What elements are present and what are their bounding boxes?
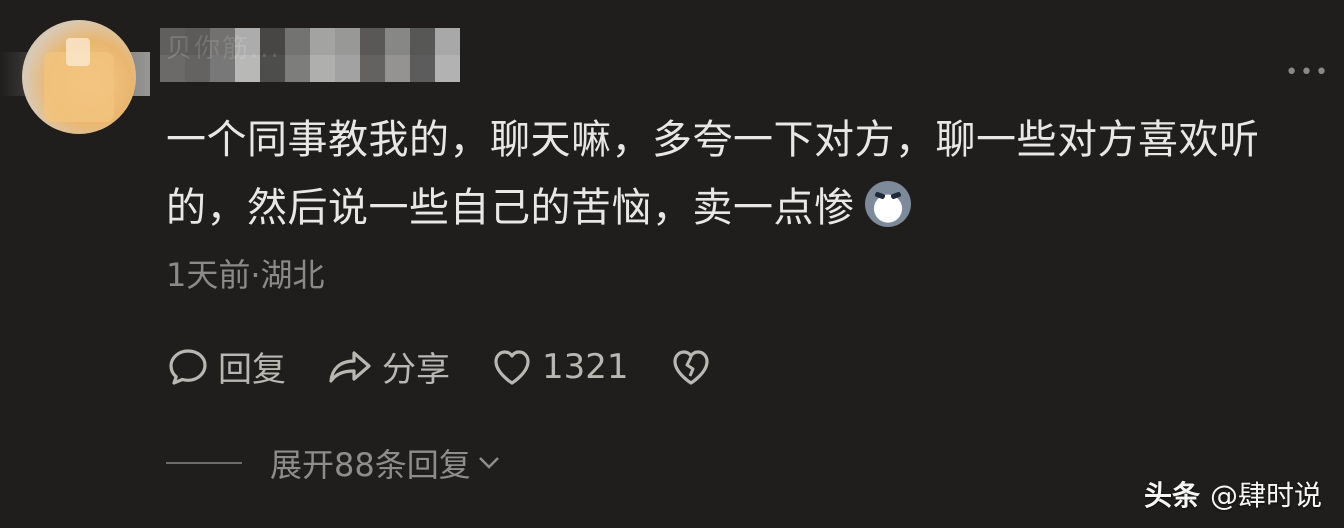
comment-body: 一个同事教我的，聊天嘛，多夸一下对方，聊一些对方喜欢听的，然后说一些自己的苦恼，… [166,117,1260,231]
reply-label: 回复 [218,350,286,390]
mosaic-tile [235,28,260,55]
share-label: 分享 [382,350,450,390]
like-button[interactable]: 1321 [490,345,629,389]
watermark-author: @肆时说 [1209,479,1322,512]
mosaic-tile [235,55,260,82]
share-icon [329,350,371,383]
watermark: 头条 @肆时说 [1144,474,1322,514]
mosaic-tile [285,55,310,82]
mosaic-tile [260,28,285,55]
mosaic-tile [160,28,185,55]
mosaic-tile [310,28,335,55]
comment-text: 一个同事教我的，聊天嘛，多夸一下对方，聊一些对方喜欢听的，然后说一些自己的苦恼，… [166,106,1326,242]
mosaic-tile [335,28,360,55]
mosaic-tile [435,28,460,55]
reply-icon [169,348,207,385]
mosaic-tile [335,55,360,82]
mosaic-tile [310,55,335,82]
avatar[interactable] [22,20,136,134]
chevron-down-icon [478,457,499,469]
mosaic-tile [410,55,435,82]
reply-button[interactable]: 回复 [166,342,286,391]
mosaic-tile [260,55,285,82]
mosaic-tile [435,55,460,82]
mosaic-tile [210,55,235,82]
mosaic-tile [185,55,210,82]
dislike-button[interactable] [669,345,721,389]
expand-label: 展开88条回复 [270,446,471,484]
expand-replies-button[interactable]: 展开88条回复 [166,440,503,486]
more-dots-icon[interactable]: ••• [1285,60,1330,85]
mosaic-tile [360,55,385,82]
comment-card: 贝你筋... ••• 一个同事教我的，聊天嘛，多夸一下对方，聊一些对方喜欢听的，… [0,0,1344,528]
mosaic-tile [385,28,410,55]
mosaic-tile [410,28,435,55]
divider [166,462,242,464]
comment-actions: 回复 分享 1321 [166,342,761,391]
mosaic-tile [360,28,385,55]
like-count: 1321 [542,346,629,387]
mosaic-tile [385,55,410,82]
broken-heart-icon [672,349,709,385]
heart-icon [494,349,530,385]
share-button[interactable]: 分享 [326,342,450,391]
mosaic-tile [160,55,185,82]
comment-meta: 1天前·湖北 [166,256,325,294]
mosaic-tile [285,28,310,55]
mosaic-tile [185,28,210,55]
avatar-blur-block [66,38,90,66]
cool-dog-emoji-icon [864,181,911,227]
username-mosaic [160,28,460,82]
watermark-brand: 头条 [1143,479,1200,512]
mosaic-tile [210,28,235,55]
